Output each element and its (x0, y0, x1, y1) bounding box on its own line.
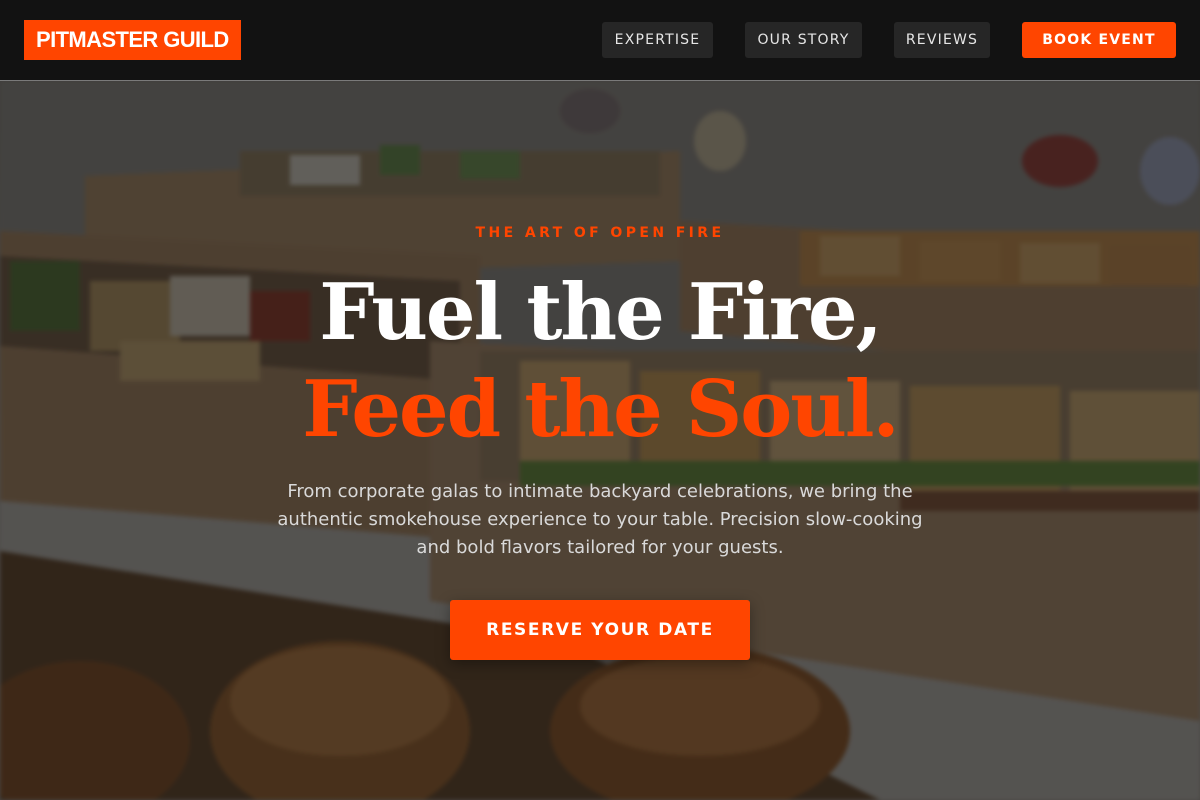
nav-expertise-link[interactable]: EXPERTISE (602, 22, 713, 58)
nav-our-story-link[interactable]: OUR STORY (745, 22, 862, 58)
nav-reviews-link[interactable]: REVIEWS (894, 22, 990, 58)
book-event-button[interactable]: BOOK EVENT (1022, 22, 1176, 58)
hero-headline-line2: Feed the Soul. (302, 364, 899, 455)
reserve-date-button[interactable]: RESERVE YOUR DATE (450, 600, 750, 660)
hero-section: THE ART OF OPEN FIRE Fuel the Fire, Feed… (0, 81, 1200, 800)
hero-headline-line1: Fuel the Fire, (319, 267, 883, 358)
site-header: PITMASTER GUILD EXPERTISE OUR STORY REVI… (0, 0, 1200, 81)
brand-logo[interactable]: PITMASTER GUILD (24, 20, 241, 60)
landing-page: PITMASTER GUILD EXPERTISE OUR STORY REVI… (0, 0, 1200, 800)
hero-eyebrow: THE ART OF OPEN FIRE (475, 225, 725, 241)
hero-description: From corporate galas to intimate backyar… (277, 481, 923, 558)
